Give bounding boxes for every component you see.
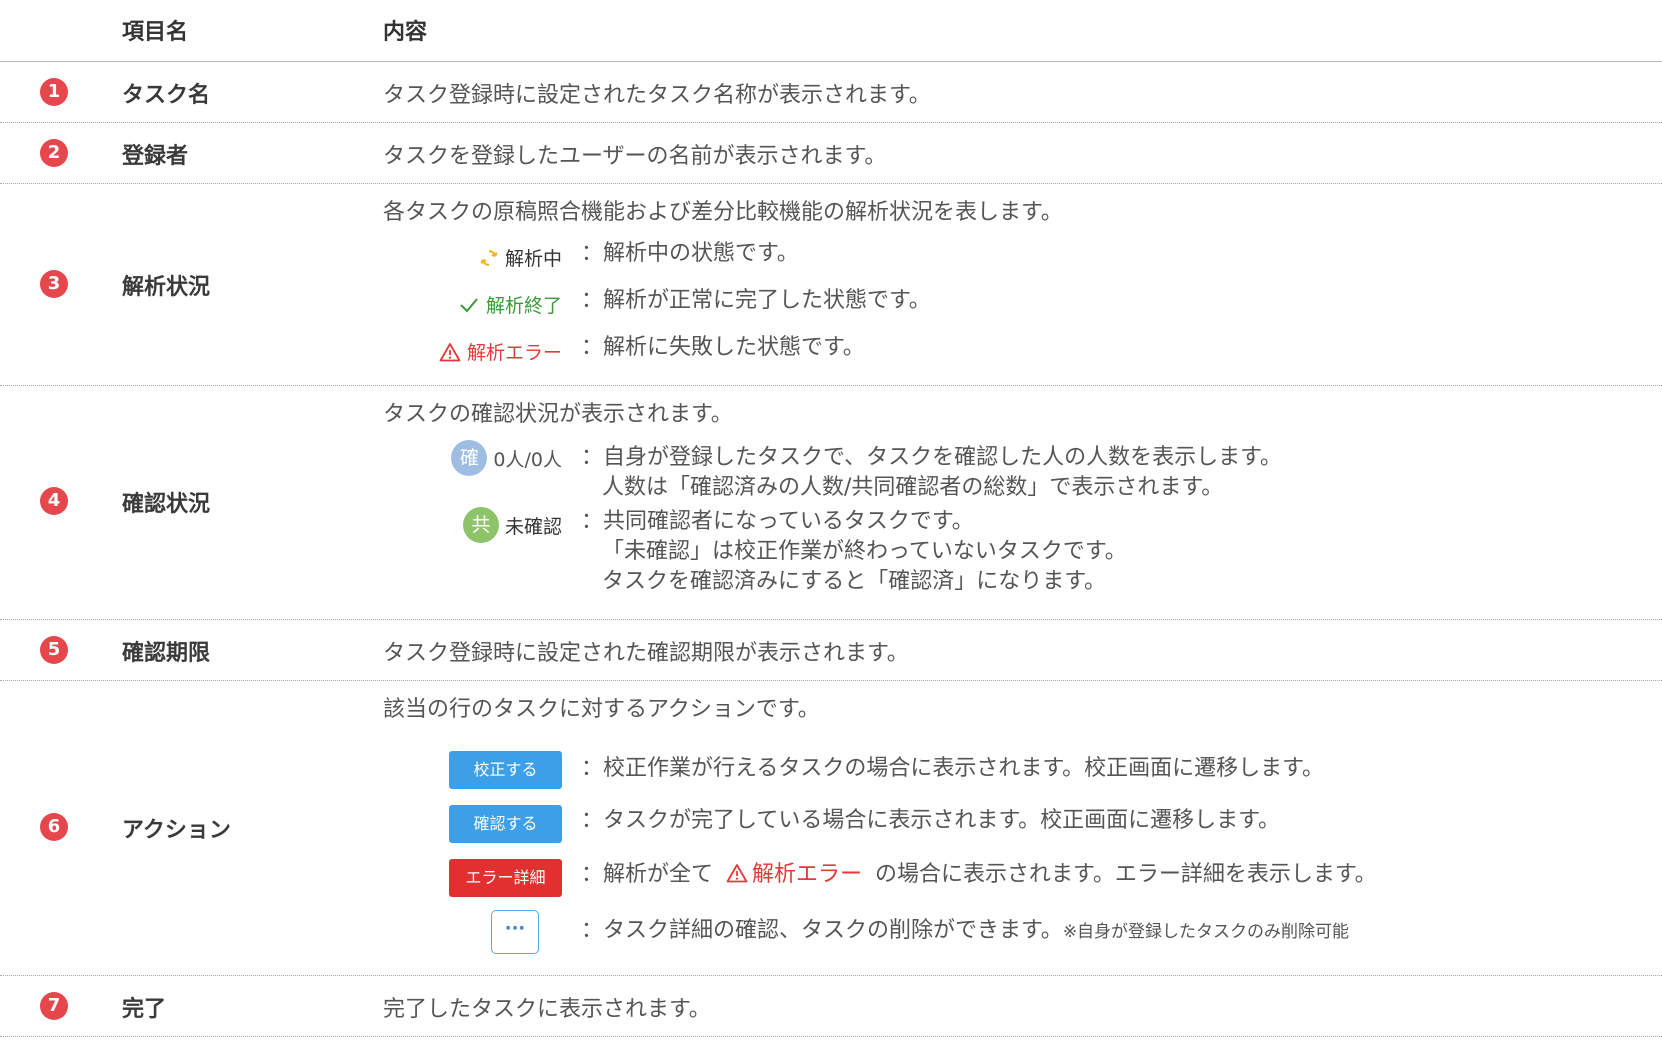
status-done-label: 解析終了 [458,291,562,318]
number-badge: 5 [40,636,68,664]
table-row-deadline: 5 確認期限 タスク登録時に設定された確認期限が表示されます。 [0,620,1662,680]
inline-error-status: 解析エラー [720,862,869,887]
inline-error-text: 解析エラー [752,862,863,887]
table-row-analysis-status: 3 解析状況 各タスクの原稿照合機能および差分比較機能の解析状況を表します。 解… [0,184,1662,384]
table-row-confirmation-status: 4 確認状況 タスクの確認状況が表示されます。 確 0人/0人 ：自身が登録した… [0,386,1662,618]
status-explanation: ：解析に失敗した状態です。 [581,335,865,360]
explanation-text: ：タスク詳細の確認、タスクの削除ができます。 [581,918,1063,943]
number-badge: 4 [40,487,68,515]
row-description: タスク登録時に設定された確認期限が表示されます。 [383,641,909,666]
status-text: 解析中 [504,248,562,270]
row-label: 確認状況 [122,492,211,517]
more-options-button[interactable]: ··· [491,910,539,954]
confirm-count-label: 確 0人/0人 [451,440,562,476]
row-label: 完了 [122,997,167,1022]
table-header: 項目名 内容 [0,0,1662,60]
status-explanation: ：自身が登録したタスクで、タスクを確認した人の人数を表示します。 人数は「確認済… [581,443,1282,503]
status-explanation: ：共同確認者になっているタスクです。 「未確認」は校正作業が終わっていないタスク… [581,507,1127,597]
explanation-line: ：自身が登録したタスクで、タスクを確認した人の人数を表示します。 [581,445,1282,470]
explanation-line: 「未確認」は校正作業が終わっていないタスクです。 [602,539,1127,564]
sync-icon [480,249,498,266]
confirm-button[interactable]: 確認する [449,805,562,843]
row-label: アクション [122,818,231,843]
status-analyzing-label: 解析中 [479,244,562,271]
explanation-line: 人数は「確認済みの人数/共同確認者の総数」で表示されます。 [602,475,1224,500]
number-badge: 1 [40,78,68,106]
number-badge: 3 [40,270,68,298]
shared-badge: 共 [462,507,499,543]
table-row-registrant: 2 登録者 タスクを登録したユーザーの名前が表示されます。 [0,123,1662,183]
number-badge: 6 [40,813,68,841]
check-icon [460,297,478,312]
status-text: 0人/0人 [493,448,562,471]
row-description: タスク登録時に設定されたタスク名称が表示されます。 [383,83,931,108]
action-explanation: ：タスク詳細の確認、タスクの削除ができます。※自身が登録したタスクのみ削除可能 [581,916,1349,947]
row-label: 解析状況 [122,275,211,300]
status-text: 解析終了 [485,295,562,317]
explanation-line: ：共同確認者になっているタスクです。 [581,509,974,534]
row-description: タスクの確認状況が表示されます。 [383,402,733,427]
status-explanation: ：解析中の状態です。 [581,241,799,266]
shared-unconfirmed-label: 共 未確認 [462,507,562,543]
row-description: 完了したタスクに表示されます。 [383,997,711,1022]
explanation-text: ：解析が全て [581,862,714,887]
status-text: 未確認 [504,515,562,538]
status-explanation: ：解析が正常に完了した状態です。 [581,288,931,313]
delete-note: ※自身が登録したタスクのみ削除可能 [1062,922,1350,942]
action-explanation: ：タスクが完了している場合に表示されます。校正画面に遷移します。 [581,808,1280,833]
row-label: タスク名 [122,83,211,108]
confirm-badge: 確 [451,440,488,476]
warning-icon [439,342,461,361]
action-explanation: ：解析が全て 解析エラー の場合に表示されます。エラー詳細を表示します。 [581,860,1377,890]
row-label: 登録者 [122,144,189,169]
number-badge: 2 [40,139,68,167]
table-row-action: 6 アクション 該当の行のタスクに対するアクションです。 校正する ：校正作業が… [0,681,1662,974]
action-explanation: ：校正作業が行えるタスクの場合に表示されます。校正画面に遷移します。 [581,756,1324,781]
status-text: 解析エラー [466,342,562,364]
status-error-label: 解析エラー [439,338,562,365]
column-header-name: 項目名 [122,20,189,45]
error-detail-button[interactable]: エラー詳細 [449,859,562,897]
warning-icon [726,864,748,883]
column-header-content: 内容 [383,20,428,45]
table-row-task-name: 1 タスク名 タスク登録時に設定されたタスク名称が表示されます。 [0,62,1662,122]
proofread-button[interactable]: 校正する [449,751,562,789]
explanation-line: タスクを確認済みにすると「確認済」になります。 [602,569,1107,594]
row-divider [0,1036,1662,1037]
table-row-complete: 7 完了 完了したタスクに表示されます。 [0,976,1662,1036]
row-description: 各タスクの原稿照合機能および差分比較機能の解析状況を表します。 [383,200,1063,225]
row-description: タスクを登録したユーザーの名前が表示されます。 [383,144,887,169]
explanation-text: の場合に表示されます。エラー詳細を表示します。 [875,862,1377,887]
row-description: 該当の行のタスクに対するアクションです。 [383,697,820,722]
number-badge: 7 [40,992,68,1020]
row-label: 確認期限 [122,641,211,666]
